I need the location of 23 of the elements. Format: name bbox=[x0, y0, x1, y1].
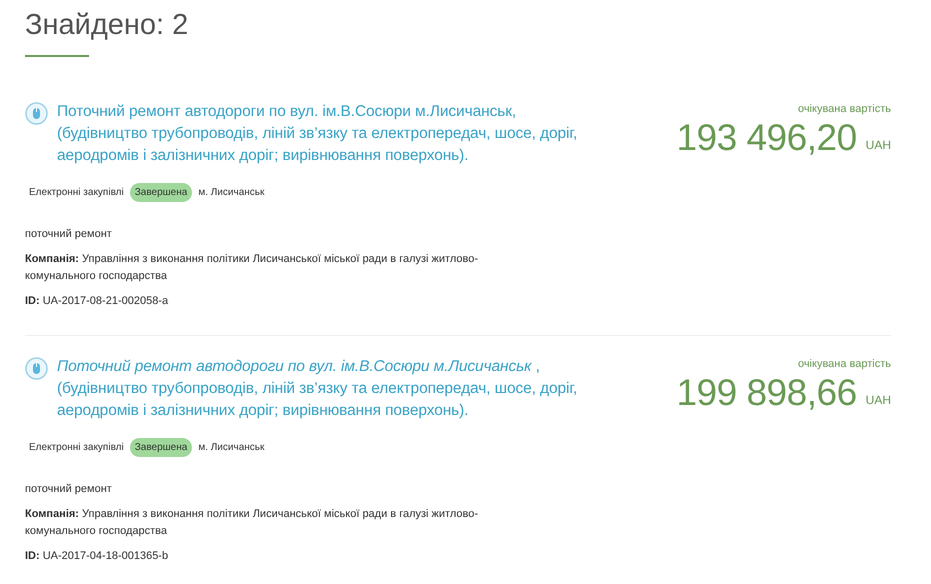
company-text: Компанія: Управління з виконання політики Лисичанської міської ради в галузі житлово-комунального господарства bbox=[25, 252, 480, 284]
procedure-type: Електронні закупівлі bbox=[29, 441, 124, 455]
price-amount: 193 496,20 bbox=[676, 118, 857, 158]
mouse-icon bbox=[25, 357, 48, 380]
currency-label: UAH bbox=[866, 136, 891, 154]
price-label: очікувана вартість bbox=[798, 102, 891, 117]
procedure-type: Електронні закупівлі bbox=[29, 186, 124, 200]
description-text: поточний ремонт bbox=[25, 482, 112, 497]
company-text: Компанія: Управління з виконання політики Лисичанської міської ради в галузі житлово-комунального господарства bbox=[25, 506, 480, 538]
status-badge: Завершена bbox=[130, 438, 192, 457]
tender-id: ID: UA-2017-04-18-001365-b bbox=[25, 548, 168, 564]
status-badge: Завершена bbox=[130, 183, 192, 202]
tender-title-link[interactable]: Поточний ремонт автодороги по вул. ім.В.Сосюри м.Лисичанськ, (будівництво трубопроводів, ліній зв’язку та електропередач, шосе, доріг, аеродромів і залізничних доріг; вирівнювання поверхонь). bbox=[57, 101, 582, 167]
tender-id: ID: UA-2017-08-21-002058-a bbox=[25, 294, 168, 308]
tender-title-link[interactable]: Поточний ремонт автодороги по вул. ім.В.Сосюри м.Лисичанськ , (будівництво трубопроводів, ліній зв’язку та електропередач, шосе, доріг, аеродромів і залізничних доріг; вирівнювання поверхонь). bbox=[57, 356, 582, 422]
mouse-icon bbox=[25, 102, 48, 125]
description-text: поточний ремонт bbox=[25, 227, 112, 242]
city-label: м. Лисичанськ bbox=[198, 186, 264, 200]
currency-label: UAH bbox=[866, 392, 891, 408]
price-amount: 199 898,66 bbox=[676, 372, 857, 412]
results-heading: Знайдено: 2 bbox=[25, 8, 188, 42]
price-label: очікувана вартість bbox=[798, 357, 891, 372]
city-label: м. Лисичанськ bbox=[198, 441, 264, 455]
